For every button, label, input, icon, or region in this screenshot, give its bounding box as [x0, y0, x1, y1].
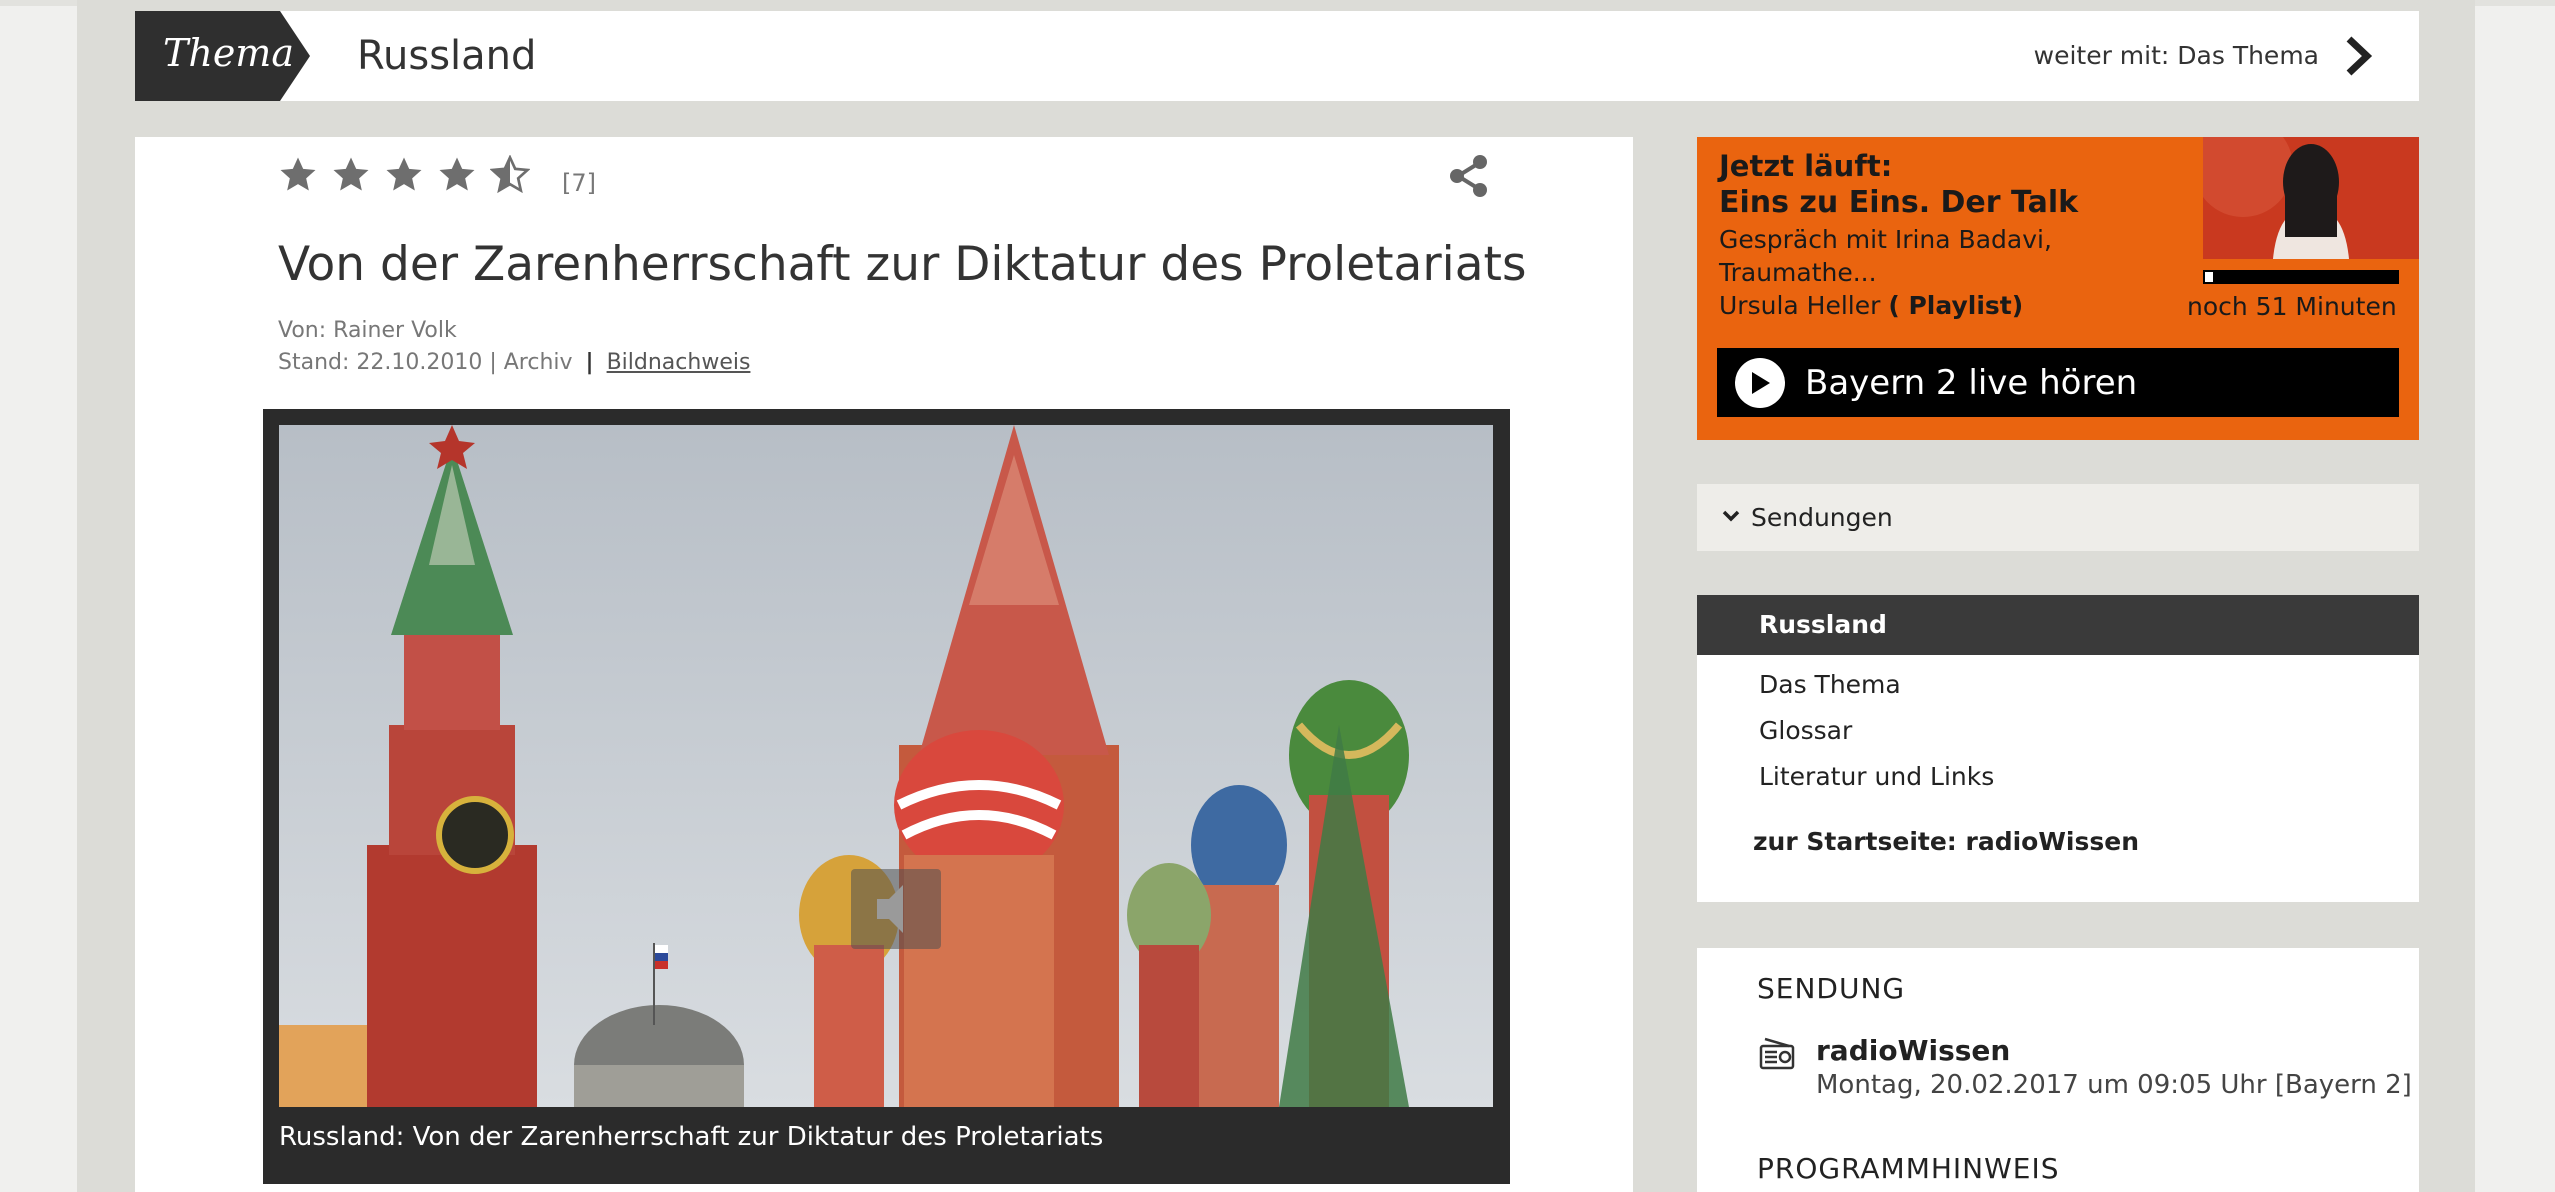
nav-item-das-thema[interactable]: Das Thema	[1759, 670, 1901, 699]
media-player[interactable]: Russland: Von der Zarenherrschaft zur Di…	[263, 409, 1510, 1184]
show-progress-bar	[2203, 270, 2399, 284]
now-playing-show[interactable]: Eins zu Eins. Der Talk	[1719, 185, 2078, 220]
nav-item-literatur[interactable]: Literatur und Links	[1759, 762, 1994, 791]
programmhinweis-heading: PROGRAMMHINWEIS	[1757, 1152, 2060, 1185]
rating-count: [7]	[562, 169, 596, 197]
star-full-icon[interactable]	[278, 155, 318, 195]
program-date: Montag, 20.02.2017 um 09:05 Uhr [Bayern …	[1816, 1070, 2412, 1100]
share-icon[interactable]	[1447, 154, 1491, 198]
home-link[interactable]: zur Startseite: radioWissen	[1753, 827, 2139, 856]
chevron-right-icon[interactable]	[2339, 33, 2379, 79]
article-image	[279, 425, 1493, 1107]
author-line: Von: Rainer Volk	[278, 318, 457, 343]
chevron-down-icon	[1722, 510, 1740, 522]
thema-tag-label: Thema	[163, 31, 294, 75]
nav-item-glossar[interactable]: Glossar	[1759, 716, 1852, 745]
article-meta: Von: Rainer Volk Stand: 22.10.2010 | Arc…	[278, 315, 750, 379]
radio-icon	[1759, 1037, 1795, 1070]
topic-nav: Russland Das Thema Glossar Literatur und…	[1697, 595, 2419, 902]
now-playing-description: Gespräch mit Irina Badavi, Traumathe... …	[1719, 223, 2189, 322]
play-icon	[1735, 357, 1785, 408]
now-playing-host: Ursula Heller	[1719, 291, 1881, 320]
now-playing-guest: Gespräch mit Irina Badavi, Traumathe...	[1719, 225, 2052, 287]
topic-header: Thema Russland weiter mit: Das Thema	[135, 11, 2419, 101]
program-name[interactable]: radioWissen	[1816, 1034, 2010, 1067]
now-playing-label: Jetzt läuft:	[1719, 149, 1893, 183]
audio-toggle[interactable]	[851, 869, 941, 949]
program-info: SENDUNG radioWissen Montag, 20.02.2017 u…	[1697, 948, 2419, 1192]
article-card: [7] Von der Zarenherrschaft zur Diktatur…	[135, 137, 1633, 1192]
stand-text: Stand: 22.10.2010 | Archiv	[278, 350, 573, 375]
star-rating[interactable]	[278, 155, 530, 195]
kremlin-illustration	[279, 425, 1493, 1107]
stand-line: Stand: 22.10.2010 | Archiv | Bildnachwei…	[278, 347, 750, 379]
nav-item-label: Russland	[1759, 610, 1887, 639]
image-credit-link[interactable]: Bildnachweis	[607, 350, 751, 375]
topic-title: Russland	[357, 33, 537, 79]
star-half-icon[interactable]	[490, 155, 530, 195]
next-topic-link[interactable]: weiter mit: Das Thema	[2034, 41, 2319, 70]
meta-separator: |	[585, 350, 594, 375]
star-full-icon[interactable]	[331, 155, 371, 195]
sendung-heading: SENDUNG	[1757, 972, 1906, 1005]
image-caption: Russland: Von der Zarenherrschaft zur Di…	[279, 1122, 1104, 1152]
sendungen-toggle[interactable]: Sendungen	[1697, 484, 2419, 551]
playlist-link[interactable]: ( Playlist)	[1888, 291, 2023, 320]
article-title: Von der Zarenherrschaft zur Diktatur des…	[278, 237, 1527, 292]
nav-item-active[interactable]: Russland	[1697, 595, 2419, 655]
now-playing-thumbnail	[2203, 137, 2419, 259]
star-full-icon[interactable]	[384, 155, 424, 195]
time-remaining: noch 51 Minuten	[2187, 292, 2397, 321]
live-listen-label: Bayern 2 live hören	[1805, 362, 2138, 403]
now-playing-box: Jetzt läuft: Eins zu Eins. Der Talk Gesp…	[1697, 137, 2419, 440]
show-progress-fill	[2205, 272, 2213, 282]
live-listen-button[interactable]: Bayern 2 live hören	[1717, 348, 2399, 417]
sendungen-label: Sendungen	[1751, 503, 1893, 532]
speaker-icon	[877, 885, 903, 933]
star-full-icon[interactable]	[437, 155, 477, 195]
